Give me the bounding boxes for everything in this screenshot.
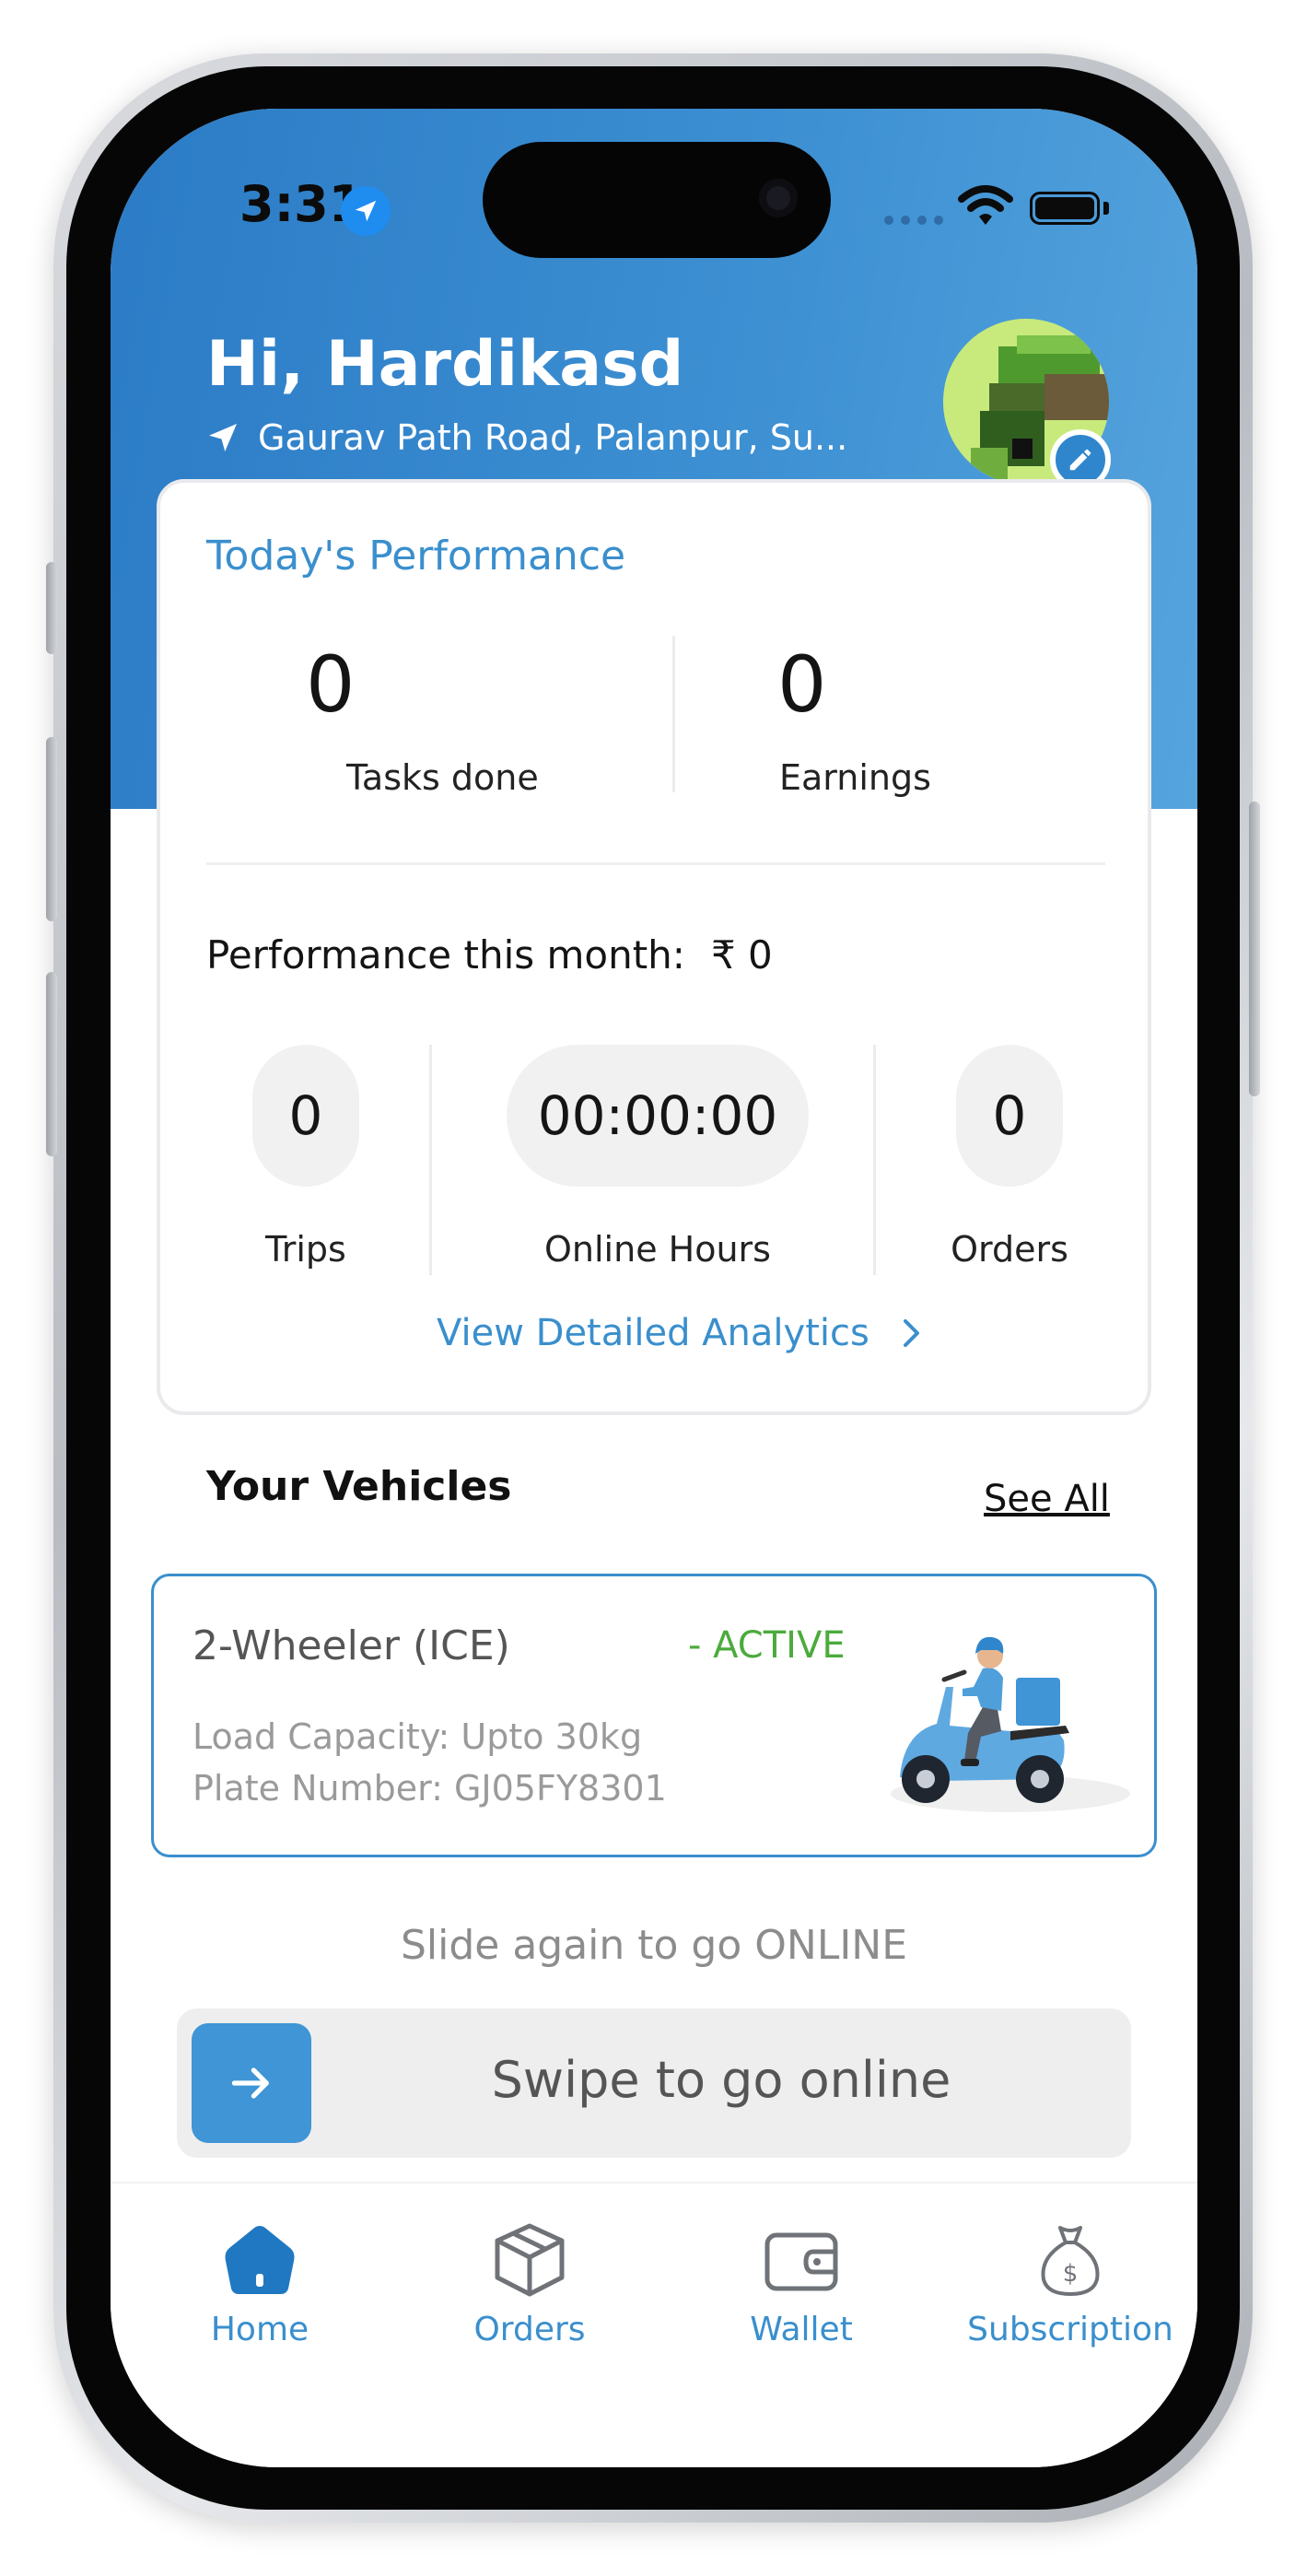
metric-divider	[429, 1045, 432, 1275]
arrow-right-icon	[231, 2067, 269, 2099]
load-capacity: Load Capacity: Upto 30kg	[193, 1716, 643, 1757]
swipe-handle[interactable]	[192, 2023, 311, 2143]
box-icon	[495, 2223, 565, 2297]
orders-label: Orders	[951, 1229, 1068, 1270]
wifi-icon	[958, 184, 1013, 230]
swipe-label: Swipe to go online	[491, 2051, 951, 2109]
orders-value: 0	[956, 1045, 1063, 1187]
action-button	[46, 562, 57, 654]
scooter-delivery-illustration	[891, 1636, 1130, 1812]
monthly-performance-label: Performance this month:	[206, 932, 685, 978]
home-icon	[225, 2226, 295, 2294]
nav-subscription-label: Subscription	[967, 2311, 1173, 2348]
see-all-link[interactable]: See All	[984, 1478, 1110, 1520]
nav-subscription[interactable]: $ Subscription	[951, 2220, 1190, 2348]
wallet-icon	[764, 2232, 838, 2291]
swipe-to-go-online-slider[interactable]: Swipe to go online	[177, 2008, 1131, 2158]
bottom-navigation: Home Orders Wallet $ Subscription	[111, 2182, 1197, 2467]
power-button	[1249, 802, 1260, 1096]
earnings-value: 0	[777, 639, 827, 730]
plate-number: Plate Number: GJ05FY8301	[193, 1768, 667, 1809]
chevron-right-icon	[903, 1319, 919, 1347]
svg-text:$: $	[1063, 2260, 1079, 2288]
navigation-arrow-icon	[209, 424, 237, 451]
trips-label: Trips	[265, 1229, 346, 1270]
performance-card: Today's Performance 0 Tasks done 0 Earni…	[157, 479, 1151, 1415]
volume-down-button	[46, 972, 57, 1156]
tasks-done-label: Tasks done	[346, 757, 539, 798]
analytics-link-label: View Detailed Analytics	[437, 1312, 869, 1354]
nav-orders[interactable]: Orders	[410, 2220, 649, 2348]
address-text: Gaurav Path Road, Palanpur, Su...	[258, 417, 848, 458]
earnings-label: Earnings	[779, 757, 931, 798]
vehicle-type: 2-Wheeler (ICE)	[193, 1622, 510, 1669]
stat-divider	[672, 636, 675, 792]
pencil-icon	[1069, 449, 1091, 471]
monthly-performance-value: ₹ 0	[710, 932, 773, 978]
volume-up-button	[46, 737, 57, 921]
tasks-done-value: 0	[306, 639, 356, 730]
view-detailed-analytics-link[interactable]: View Detailed Analytics	[437, 1312, 923, 1354]
nav-wallet[interactable]: Wallet	[682, 2220, 921, 2348]
current-location[interactable]: Gaurav Path Road, Palanpur, Su...	[206, 417, 847, 458]
nav-home[interactable]: Home	[140, 2220, 379, 2348]
trips-value: 0	[252, 1045, 359, 1187]
metric-divider	[873, 1045, 876, 1275]
front-camera	[759, 179, 798, 217]
battery-cap	[1103, 202, 1109, 215]
vehicle-card[interactable]: 2-Wheeler (ICE) - ACTIVE Load Capacity: …	[151, 1574, 1157, 1857]
your-vehicles-title: Your Vehicles	[206, 1463, 512, 1510]
slide-hint-text: Slide again to go ONLINE	[400, 1922, 908, 1969]
location-services-icon	[341, 186, 391, 236]
performance-title: Today's Performance	[206, 533, 626, 580]
monthly-performance: Performance this month: ₹ 0	[206, 932, 773, 978]
cellular-signal-icon	[884, 216, 943, 225]
status-badge: - ACTIVE	[688, 1624, 846, 1667]
money-bag-icon: $	[1041, 2226, 1100, 2296]
app-screen: 3:31 Hi, Hardikasd Gaurav Path Road, Pal…	[111, 109, 1197, 2467]
nav-wallet-label: Wallet	[750, 2311, 853, 2348]
nav-home-label: Home	[210, 2311, 309, 2348]
battery-icon	[1030, 192, 1100, 225]
section-divider	[206, 862, 1105, 865]
online-hours-value: 00:00:00	[507, 1045, 809, 1187]
nav-orders-label: Orders	[473, 2311, 586, 2348]
online-hours-label: Online Hours	[544, 1229, 771, 1270]
greeting-title: Hi, Hardikasd	[206, 328, 684, 401]
